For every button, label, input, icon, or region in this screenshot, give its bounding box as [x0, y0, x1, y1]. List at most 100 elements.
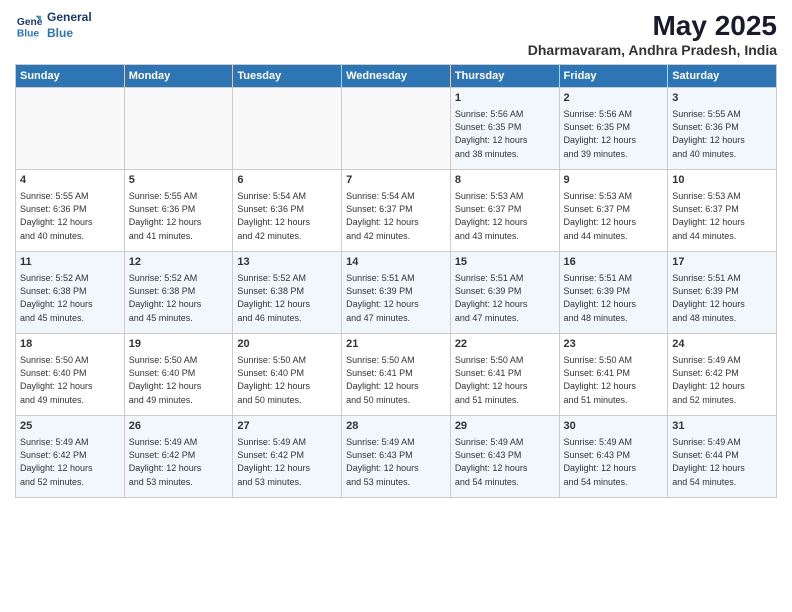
- day-info: Sunrise: 5:50 AM Sunset: 6:41 PM Dayligh…: [346, 354, 446, 406]
- weekday-header: Saturday: [668, 65, 777, 88]
- title-block: May 2025 Dharmavaram, Andhra Pradesh, In…: [528, 10, 777, 58]
- calendar-cell: 2 Sunrise: 5:56 AM Sunset: 6:35 PM Daylig…: [559, 88, 668, 170]
- day-info: Sunrise: 5:49 AM Sunset: 6:42 PM Dayligh…: [237, 436, 337, 488]
- calendar-week-row: 4Sunrise: 5:55 AM Sunset: 6:36 PM Daylig…: [16, 170, 777, 252]
- day-number: 27: [237, 419, 337, 434]
- calendar-cell: 4Sunrise: 5:55 AM Sunset: 6:36 PM Daylig…: [16, 170, 125, 252]
- calendar-cell: 15 Sunrise: 5:51 AM Sunset: 6:39 PM Dayli…: [450, 252, 559, 334]
- page: General Blue GeneralBlue May 2025 Dharma…: [0, 0, 792, 612]
- day-info: Sunrise: 5:52 AM Sunset: 6:38 PM Dayligh…: [20, 272, 120, 324]
- day-number: 23: [564, 337, 664, 352]
- day-number: 1: [455, 91, 555, 106]
- day-info: Sunrise: 5:54 AM Sunset: 6:37 PM Dayligh…: [346, 190, 446, 242]
- day-number: 10: [672, 173, 772, 188]
- calendar-cell: [233, 88, 342, 170]
- calendar-week-row: 11 Sunrise: 5:52 AM Sunset: 6:38 PM Dayli…: [16, 252, 777, 334]
- day-info: Sunrise: 5:56 AM Sunset: 6:35 PM Dayligh…: [455, 108, 555, 160]
- calendar-week-row: 25Sunrise: 5:49 AM Sunset: 6:42 PM Dayli…: [16, 416, 777, 498]
- day-number: 19: [129, 337, 229, 352]
- calendar-cell: 5 Sunrise: 5:55 AM Sunset: 6:36 PM Daylig…: [124, 170, 233, 252]
- logo-icon: General Blue: [15, 12, 43, 40]
- calendar-cell: 13 Sunrise: 5:52 AM Sunset: 6:38 PM Dayli…: [233, 252, 342, 334]
- day-info: Sunrise: 5:51 AM Sunset: 6:39 PM Dayligh…: [346, 272, 446, 324]
- day-number: 29: [455, 419, 555, 434]
- calendar-cell: 24 Sunrise: 5:49 AM Sunset: 6:42 PM Dayli…: [668, 334, 777, 416]
- weekday-header: Monday: [124, 65, 233, 88]
- calendar-week-row: 1 Sunrise: 5:56 AM Sunset: 6:35 PM Daylig…: [16, 88, 777, 170]
- day-number: 24: [672, 337, 772, 352]
- logo-text: GeneralBlue: [47, 10, 92, 41]
- main-title: May 2025: [528, 10, 777, 42]
- day-info: Sunrise: 5:52 AM Sunset: 6:38 PM Dayligh…: [237, 272, 337, 324]
- day-info: Sunrise: 5:54 AM Sunset: 6:36 PM Dayligh…: [237, 190, 337, 242]
- calendar-cell: 17Sunrise: 5:51 AM Sunset: 6:39 PM Dayli…: [668, 252, 777, 334]
- day-info: Sunrise: 5:53 AM Sunset: 6:37 PM Dayligh…: [564, 190, 664, 242]
- calendar-cell: 14 Sunrise: 5:51 AM Sunset: 6:39 PM Dayli…: [342, 252, 451, 334]
- calendar-cell: [16, 88, 125, 170]
- day-info: Sunrise: 5:53 AM Sunset: 6:37 PM Dayligh…: [672, 190, 772, 242]
- day-info: Sunrise: 5:49 AM Sunset: 6:42 PM Dayligh…: [672, 354, 772, 406]
- day-info: Sunrise: 5:51 AM Sunset: 6:39 PM Dayligh…: [455, 272, 555, 324]
- day-number: 13: [237, 255, 337, 270]
- calendar-cell: 1 Sunrise: 5:56 AM Sunset: 6:35 PM Daylig…: [450, 88, 559, 170]
- calendar-cell: 18Sunrise: 5:50 AM Sunset: 6:40 PM Dayli…: [16, 334, 125, 416]
- calendar-cell: 10 Sunrise: 5:53 AM Sunset: 6:37 PM Dayli…: [668, 170, 777, 252]
- day-info: Sunrise: 5:50 AM Sunset: 6:40 PM Dayligh…: [129, 354, 229, 406]
- calendar-cell: 6 Sunrise: 5:54 AM Sunset: 6:36 PM Daylig…: [233, 170, 342, 252]
- day-number: 3: [672, 91, 772, 106]
- day-number: 6: [237, 173, 337, 188]
- day-number: 5: [129, 173, 229, 188]
- day-number: 2: [564, 91, 664, 106]
- calendar-cell: 16Sunrise: 5:51 AM Sunset: 6:39 PM Dayli…: [559, 252, 668, 334]
- day-info: Sunrise: 5:49 AM Sunset: 6:43 PM Dayligh…: [455, 436, 555, 488]
- day-number: 15: [455, 255, 555, 270]
- day-number: 28: [346, 419, 446, 434]
- day-info: Sunrise: 5:49 AM Sunset: 6:42 PM Dayligh…: [20, 436, 120, 488]
- calendar-cell: 29 Sunrise: 5:49 AM Sunset: 6:43 PM Dayli…: [450, 416, 559, 498]
- day-info: Sunrise: 5:50 AM Sunset: 6:40 PM Dayligh…: [237, 354, 337, 406]
- day-info: Sunrise: 5:50 AM Sunset: 6:40 PM Dayligh…: [20, 354, 120, 406]
- day-info: Sunrise: 5:52 AM Sunset: 6:38 PM Dayligh…: [129, 272, 229, 324]
- calendar-cell: 20Sunrise: 5:50 AM Sunset: 6:40 PM Dayli…: [233, 334, 342, 416]
- day-number: 8: [455, 173, 555, 188]
- day-number: 22: [455, 337, 555, 352]
- calendar-cell: 31 Sunrise: 5:49 AM Sunset: 6:44 PM Dayli…: [668, 416, 777, 498]
- calendar-week-row: 18Sunrise: 5:50 AM Sunset: 6:40 PM Dayli…: [16, 334, 777, 416]
- day-info: Sunrise: 5:56 AM Sunset: 6:35 PM Dayligh…: [564, 108, 664, 160]
- calendar-cell: [342, 88, 451, 170]
- logo: General Blue GeneralBlue: [15, 10, 92, 41]
- calendar-cell: 28Sunrise: 5:49 AM Sunset: 6:43 PM Dayli…: [342, 416, 451, 498]
- header: General Blue GeneralBlue May 2025 Dharma…: [15, 10, 777, 58]
- calendar-cell: 26Sunrise: 5:49 AM Sunset: 6:42 PM Dayli…: [124, 416, 233, 498]
- day-info: Sunrise: 5:49 AM Sunset: 6:43 PM Dayligh…: [564, 436, 664, 488]
- day-number: 21: [346, 337, 446, 352]
- day-number: 30: [564, 419, 664, 434]
- calendar-cell: 12Sunrise: 5:52 AM Sunset: 6:38 PM Dayli…: [124, 252, 233, 334]
- day-info: Sunrise: 5:55 AM Sunset: 6:36 PM Dayligh…: [129, 190, 229, 242]
- weekday-header: Friday: [559, 65, 668, 88]
- weekday-header-row: SundayMondayTuesdayWednesdayThursdayFrid…: [16, 65, 777, 88]
- day-info: Sunrise: 5:53 AM Sunset: 6:37 PM Dayligh…: [455, 190, 555, 242]
- day-info: Sunrise: 5:51 AM Sunset: 6:39 PM Dayligh…: [672, 272, 772, 324]
- day-info: Sunrise: 5:51 AM Sunset: 6:39 PM Dayligh…: [564, 272, 664, 324]
- calendar-table: SundayMondayTuesdayWednesdayThursdayFrid…: [15, 64, 777, 498]
- svg-text:Blue: Blue: [17, 28, 40, 39]
- weekday-header: Wednesday: [342, 65, 451, 88]
- day-info: Sunrise: 5:50 AM Sunset: 6:41 PM Dayligh…: [455, 354, 555, 406]
- day-number: 11: [20, 255, 120, 270]
- calendar-cell: 9 Sunrise: 5:53 AM Sunset: 6:37 PM Daylig…: [559, 170, 668, 252]
- calendar-cell: 30 Sunrise: 5:49 AM Sunset: 6:43 PM Dayli…: [559, 416, 668, 498]
- calendar-cell: 27 Sunrise: 5:49 AM Sunset: 6:42 PM Dayli…: [233, 416, 342, 498]
- calendar-cell: [124, 88, 233, 170]
- day-info: Sunrise: 5:49 AM Sunset: 6:44 PM Dayligh…: [672, 436, 772, 488]
- weekday-header: Tuesday: [233, 65, 342, 88]
- day-info: Sunrise: 5:50 AM Sunset: 6:41 PM Dayligh…: [564, 354, 664, 406]
- calendar-cell: 3Sunrise: 5:55 AM Sunset: 6:36 PM Daylig…: [668, 88, 777, 170]
- calendar-cell: 8 Sunrise: 5:53 AM Sunset: 6:37 PM Daylig…: [450, 170, 559, 252]
- day-number: 7: [346, 173, 446, 188]
- day-number: 14: [346, 255, 446, 270]
- day-number: 26: [129, 419, 229, 434]
- day-number: 9: [564, 173, 664, 188]
- calendar-cell: 21 Sunrise: 5:50 AM Sunset: 6:41 PM Dayli…: [342, 334, 451, 416]
- day-number: 31: [672, 419, 772, 434]
